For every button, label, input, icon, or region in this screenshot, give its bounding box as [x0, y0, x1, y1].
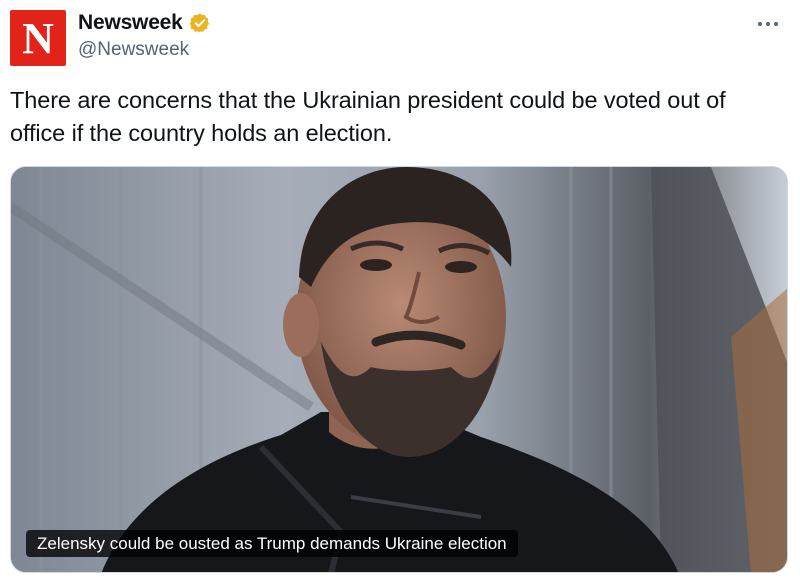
author-names: Newsweek @Newsweek	[78, 10, 211, 61]
more-dot	[774, 22, 778, 26]
media-caption: Zelensky could be ousted as Trump demand…	[26, 530, 518, 557]
avatar[interactable]: N	[10, 10, 66, 66]
tweet-header: N Newsweek @Newsweek	[10, 8, 790, 68]
more-dot	[758, 22, 762, 26]
tweet-text: There are concerns that the Ukrainian pr…	[10, 87, 726, 146]
verified-badge-icon[interactable]	[189, 12, 211, 34]
avatar-logo-letter: N	[22, 14, 54, 63]
display-name-row: Newsweek	[78, 10, 211, 36]
more-options-icon[interactable]	[750, 12, 786, 36]
display-name[interactable]: Newsweek	[78, 11, 183, 35]
handle[interactable]: @Newsweek	[78, 39, 211, 61]
photo-illustration	[11, 167, 787, 572]
more-dot	[766, 22, 770, 26]
media-image[interactable]	[10, 166, 788, 573]
